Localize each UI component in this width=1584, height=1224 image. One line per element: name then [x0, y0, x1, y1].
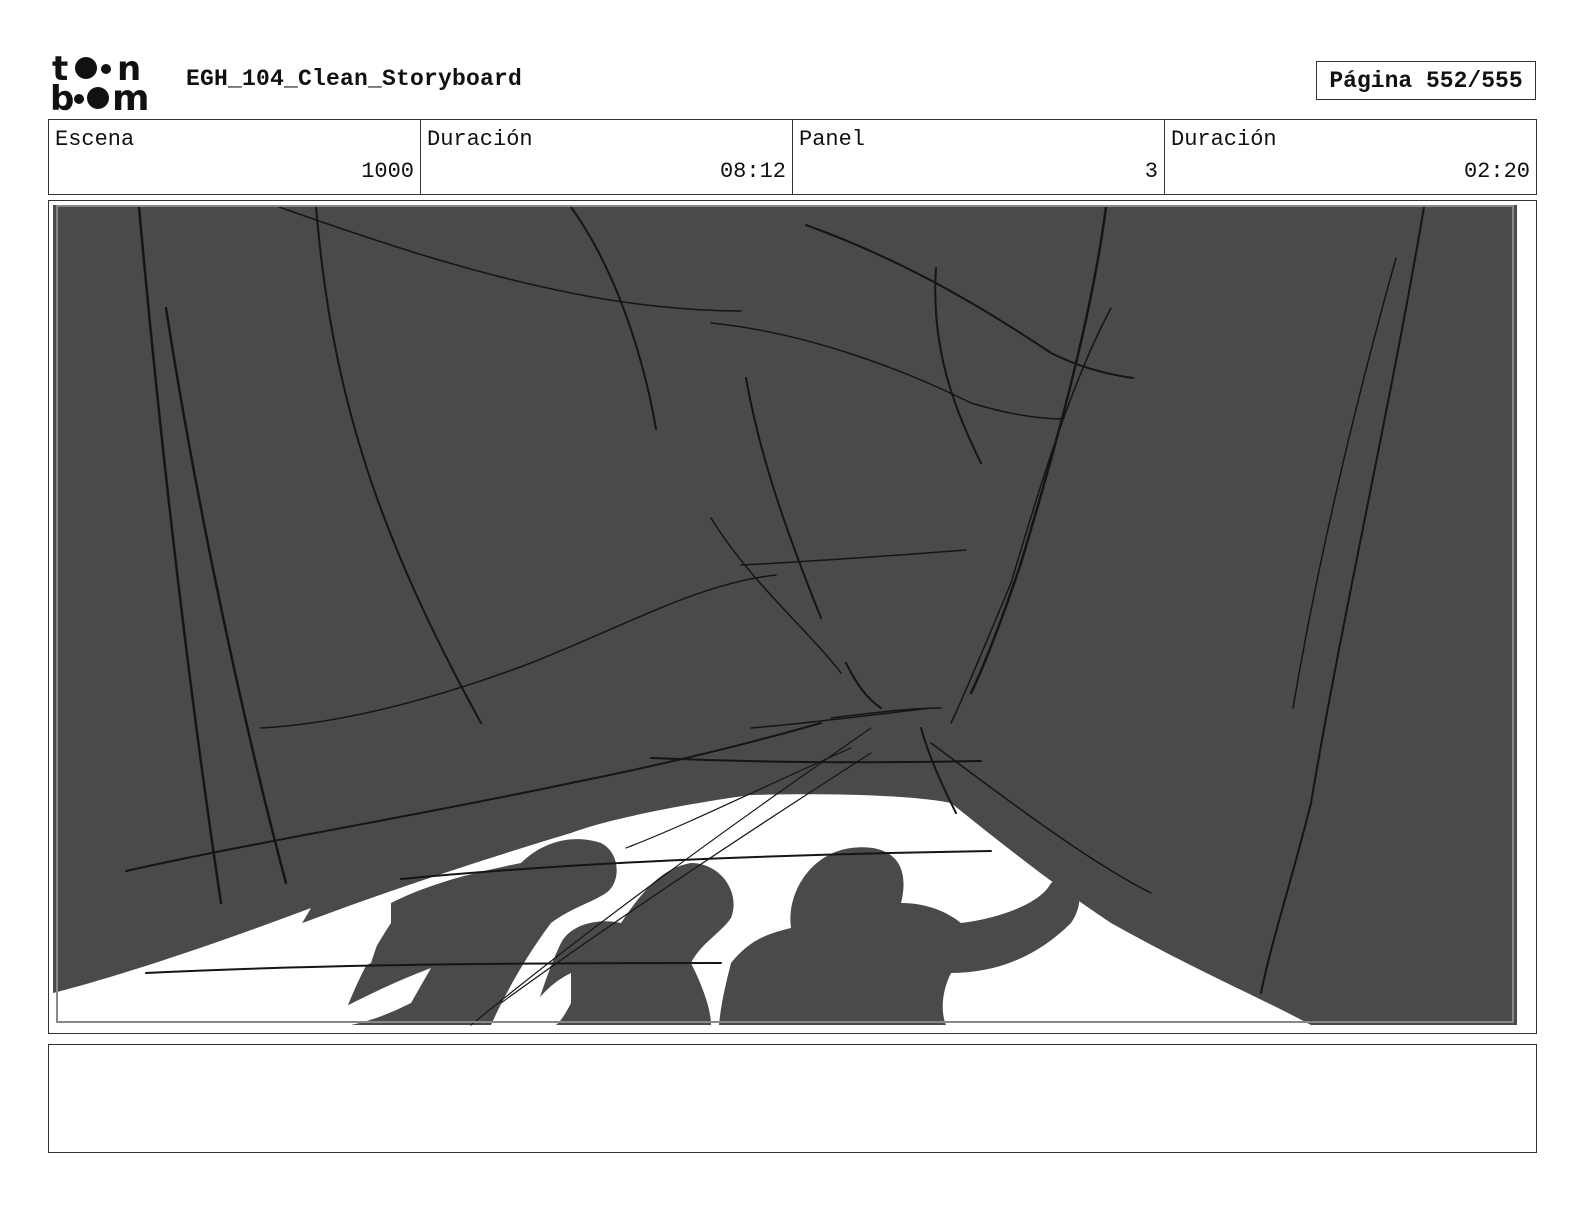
scene-duration-value: 08:12 [719, 159, 786, 184]
scene-info-row: Escena 1000 Duración 08:12 Panel 3 Durac… [48, 119, 1537, 195]
page-number: 552/555 [1426, 67, 1523, 94]
page-indicator: Página 552/555 [1316, 61, 1536, 100]
panel-label: Panel [799, 127, 866, 152]
panel-notes-box [48, 1044, 1537, 1153]
panel-cell: Panel 3 [793, 120, 1165, 194]
panel-duration-cell: Duración 02:20 [1165, 120, 1536, 194]
storyboard-panel [48, 200, 1537, 1034]
panel-value: 3 [1144, 159, 1158, 184]
scene-label: Escena [55, 127, 135, 152]
panel-duration-label: Duración [1171, 127, 1277, 152]
document-title: EGH_104_Clean_Storyboard [186, 66, 523, 92]
panel-duration-value: 02:20 [1463, 159, 1530, 184]
svg-text:b: b [50, 79, 74, 112]
toon-boom-logo: t n b m [50, 50, 150, 112]
panel-drawing [51, 203, 1533, 1030]
svg-text:m: m [112, 78, 150, 112]
scene-value: 1000 [361, 159, 414, 184]
scene-duration-cell: Duración 08:12 [421, 120, 793, 194]
scene-duration-label: Duración [427, 127, 533, 152]
page-label: Página [1329, 67, 1413, 94]
scene-cell: Escena 1000 [49, 120, 421, 194]
